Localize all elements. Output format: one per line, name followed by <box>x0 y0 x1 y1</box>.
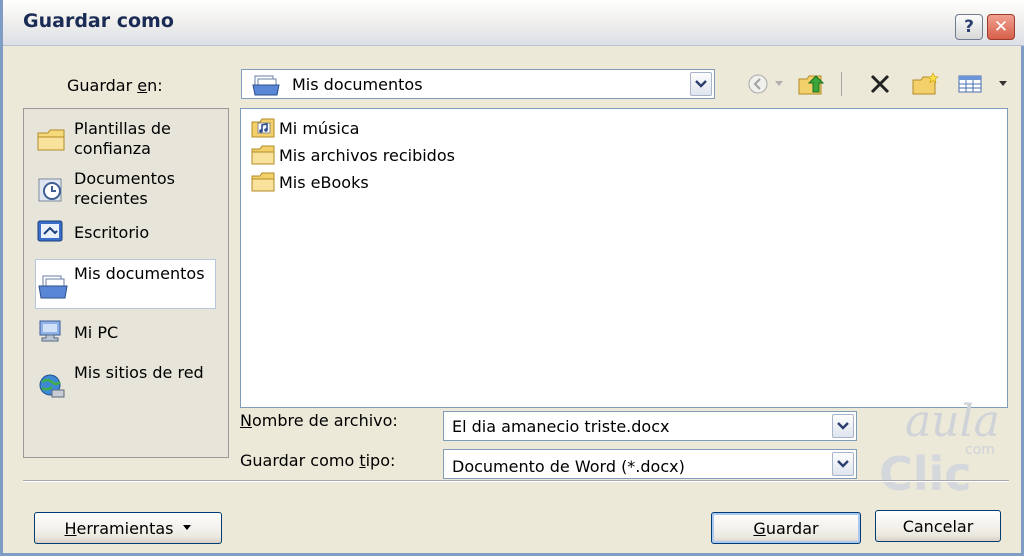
tools-button-label: Herramientas <box>64 518 174 538</box>
svg-text:aula: aula <box>905 396 1000 447</box>
filetype-label: Guardar como tipo: <box>240 451 396 470</box>
place-label: Mis sitios de red <box>74 363 204 382</box>
place-documentos-recientes[interactable]: Documentos recientes <box>24 165 228 213</box>
desktop-icon <box>37 220 63 242</box>
file-name: Mis archivos recibidos <box>279 145 455 165</box>
place-mis-documentos[interactable]: Mis documentos <box>35 259 216 309</box>
music-folder-icon <box>251 118 275 138</box>
save-in-label: Guardar en: <box>67 76 163 95</box>
places-bar: Plantillas de confianza Documentos recie… <box>23 108 229 458</box>
small-arrow-down-icon <box>183 525 192 530</box>
back-icon <box>748 74 768 94</box>
up-folder-icon <box>798 75 825 95</box>
svg-text:Clic: Clic <box>879 447 972 496</box>
list-item[interactable]: Mis archivos recibidos <box>251 144 455 166</box>
documents-folder-icon <box>252 75 280 96</box>
save-in-dropdown-button[interactable] <box>690 72 712 96</box>
save-in-value: Mis documentos <box>292 75 423 94</box>
toolbar-separator <box>839 71 843 97</box>
recent-documents-icon <box>38 178 62 202</box>
file-list[interactable]: Mi música Mis archivos recibidos Mis eBo… <box>240 108 1008 408</box>
views-dropdown-button[interactable] <box>997 71 1009 97</box>
views-button[interactable] <box>953 71 987 97</box>
network-places-icon <box>39 374 65 398</box>
new-folder-icon <box>912 72 939 95</box>
my-documents-icon <box>38 275 68 299</box>
back-button[interactable] <box>745 71 771 97</box>
place-plantillas-de-confianza[interactable]: Plantillas de confianza <box>24 115 228 163</box>
cancel-button[interactable]: Cancelar <box>875 510 1001 542</box>
file-name: Mis eBooks <box>279 172 369 192</box>
delete-button[interactable] <box>865 71 895 97</box>
filename-field[interactable]: El dia amanecio triste.docx <box>443 411 857 441</box>
place-mi-pc[interactable]: Mi PC <box>24 315 228 349</box>
place-label: Mi PC <box>74 323 119 342</box>
save-in-dropdown[interactable]: Mis documentos <box>241 69 715 99</box>
chevron-down-icon <box>837 422 849 430</box>
chevron-down-icon <box>695 80 707 88</box>
close-icon: ✕ <box>993 17 1009 37</box>
place-label: Escritorio <box>74 223 150 242</box>
small-arrow-down-icon <box>775 81 783 86</box>
tools-button[interactable]: Herramientas <box>34 512 222 544</box>
views-icon <box>958 75 982 93</box>
help-button[interactable]: ? <box>955 14 983 40</box>
divider <box>23 480 1009 482</box>
filename-value: El dia amanecio triste.docx <box>452 417 670 436</box>
place-escritorio[interactable]: Escritorio <box>24 217 228 251</box>
back-dropdown-button[interactable] <box>773 71 785 97</box>
chevron-down-icon <box>837 460 849 468</box>
help-icon: ? <box>964 17 974 37</box>
filename-label: Nombre de archivo: <box>240 411 398 430</box>
filetype-value: Documento de Word (*.docx) <box>452 457 685 476</box>
close-button[interactable]: ✕ <box>987 14 1015 40</box>
save-as-dialog: Guardar como ? ✕ Guardar en: Mis documen… <box>0 0 1024 556</box>
up-folder-button[interactable] <box>795 71 829 97</box>
file-name: Mi música <box>279 118 360 138</box>
cancel-button-label: Cancelar <box>902 516 974 536</box>
place-label: Documentos recientes <box>74 169 176 208</box>
small-arrow-down-icon <box>999 81 1007 86</box>
place-label: Mis documentos <box>74 264 205 283</box>
list-item[interactable]: Mi música <box>251 117 359 139</box>
window-title: Guardar como <box>23 10 174 32</box>
place-mis-sitios-de-red[interactable]: Mis sitios de red <box>24 359 228 407</box>
delete-icon <box>870 74 890 94</box>
save-button-label: Guardar <box>753 518 819 538</box>
place-label: Plantillas de confianza <box>74 119 171 158</box>
save-button[interactable]: Guardar <box>711 512 861 544</box>
folder-icon <box>251 145 275 165</box>
new-folder-button[interactable] <box>909 71 943 97</box>
my-computer-icon <box>39 320 61 342</box>
list-item[interactable]: Mis eBooks <box>251 171 369 193</box>
filename-dropdown-button[interactable] <box>832 414 854 438</box>
filetype-dropdown[interactable]: Documento de Word (*.docx) <box>443 449 857 479</box>
folder-icon <box>37 129 65 151</box>
filetype-dropdown-button[interactable] <box>832 452 854 476</box>
folder-icon <box>251 172 275 192</box>
title-bar[interactable]: Guardar como ? ✕ <box>3 0 1024 46</box>
